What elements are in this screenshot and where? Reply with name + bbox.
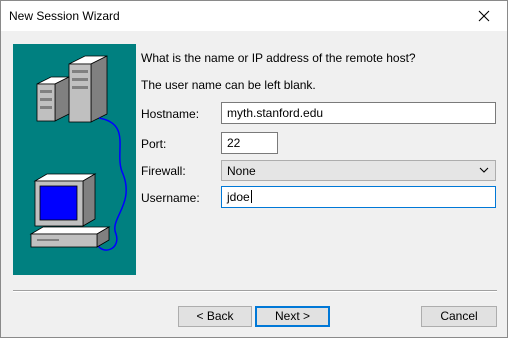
hostname-label: Hostname: xyxy=(141,107,200,121)
hostname-value: myth.stanford.edu xyxy=(227,106,324,120)
firewall-label: Firewall: xyxy=(141,164,186,178)
firewall-select[interactable]: None xyxy=(221,160,496,181)
wizard-note: The user name can be left blank. xyxy=(141,78,316,92)
chevron-down-icon xyxy=(479,167,489,173)
hostname-input[interactable]: myth.stanford.edu xyxy=(221,102,496,124)
wizard-illustration xyxy=(13,44,136,275)
port-label: Port: xyxy=(141,137,167,151)
computer-icon xyxy=(29,173,111,248)
text-caret xyxy=(250,190,252,203)
servers-icon xyxy=(36,55,108,123)
username-input[interactable]: jdoe xyxy=(221,186,496,208)
footer-separator xyxy=(13,290,497,292)
firewall-value: None xyxy=(227,164,256,178)
username-label: Username: xyxy=(141,191,200,205)
port-input[interactable]: 22 xyxy=(221,132,278,154)
port-value: 22 xyxy=(227,136,241,150)
title-bar: New Session Wizard xyxy=(1,1,507,31)
back-button[interactable]: < Back xyxy=(178,306,252,327)
close-icon xyxy=(478,10,490,22)
cancel-button[interactable]: Cancel xyxy=(421,306,497,327)
username-value: jdoe xyxy=(227,190,250,204)
close-button[interactable] xyxy=(461,1,507,31)
wizard-window: New Session Wizard What is the name or I… xyxy=(0,0,508,338)
next-button[interactable]: Next > xyxy=(255,306,330,327)
window-title: New Session Wizard xyxy=(9,9,120,23)
wizard-question: What is the name or IP address of the re… xyxy=(141,51,416,65)
